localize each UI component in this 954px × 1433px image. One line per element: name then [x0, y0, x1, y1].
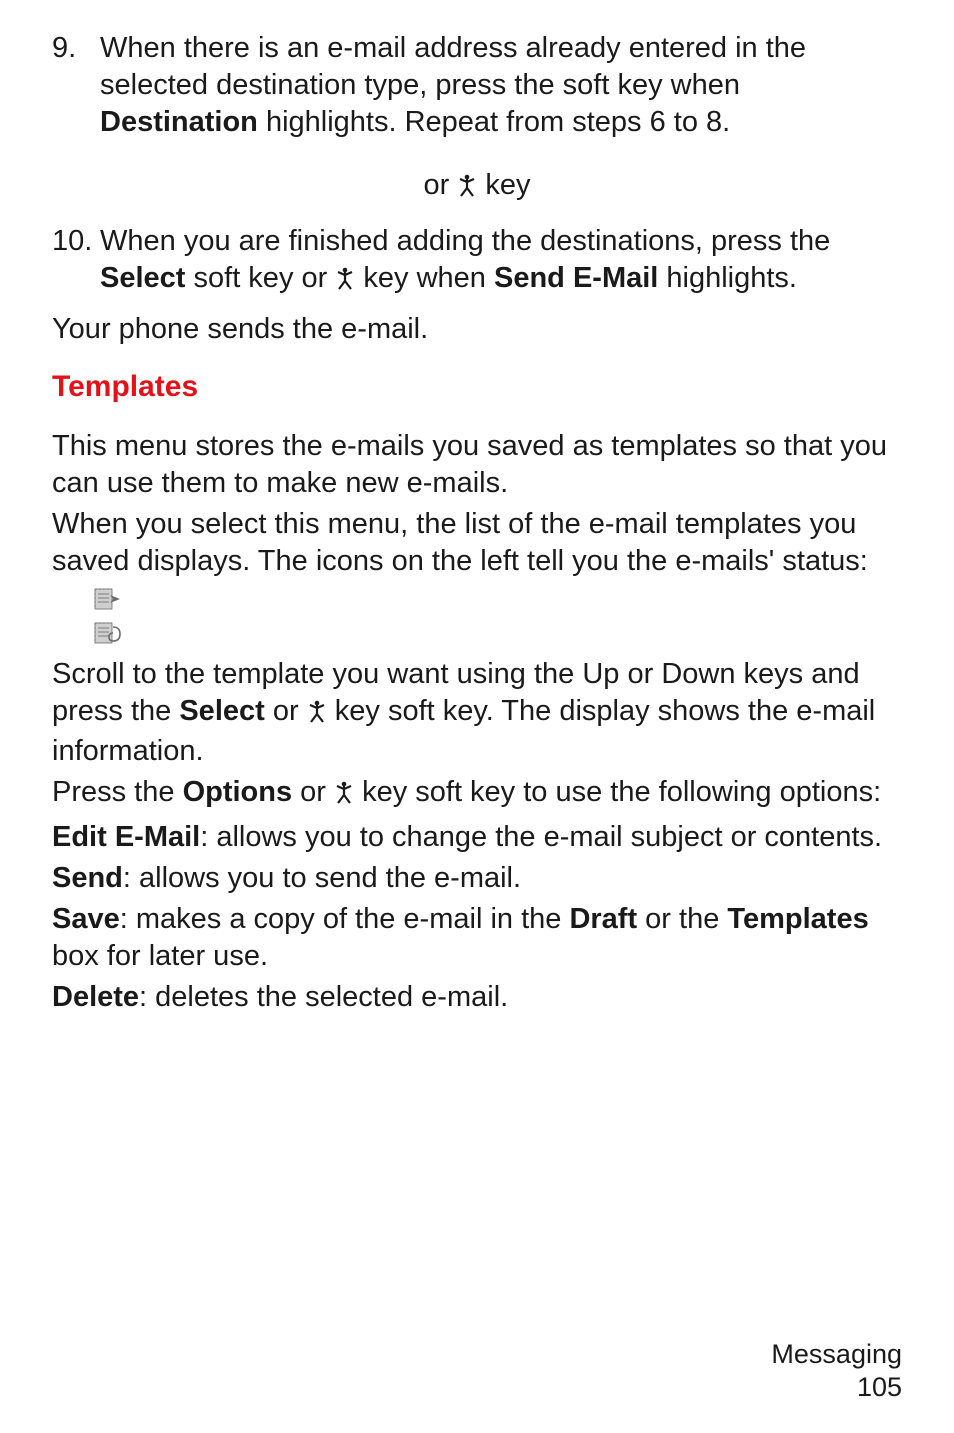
option-save: Save: makes a copy of the e-mail in the …: [52, 901, 902, 975]
bold-edit-email: Edit E-Mail: [52, 821, 200, 853]
paragraph-scroll: Scroll to the template you want using th…: [52, 656, 902, 770]
text: or the: [637, 903, 727, 935]
text: highlights.: [658, 262, 797, 294]
list-number: 9.: [52, 30, 100, 141]
page-footer: Messaging 105: [771, 1338, 902, 1406]
text: key soft key to use the following option…: [354, 776, 881, 808]
center-or-key: or key: [52, 169, 902, 205]
text: highlights. Repeat from steps 6 to 8.: [258, 106, 730, 138]
text: When you are finished adding the destina…: [100, 225, 830, 257]
list-item-9: 9. When there is an e-mail address alrea…: [52, 30, 902, 141]
text: Press the: [52, 776, 183, 808]
list-number: 10.: [52, 223, 100, 300]
bold-delete: Delete: [52, 981, 139, 1013]
text: soft key or: [185, 262, 335, 294]
bold-save: Save: [52, 903, 120, 935]
text: box for later use.: [52, 940, 268, 972]
text: or: [423, 169, 457, 201]
status-icons: [92, 584, 902, 652]
document-attachment-icon: [92, 619, 122, 652]
bold-draft: Draft: [569, 903, 637, 935]
paragraph-phone-sends: Your phone sends the e-mail.: [52, 311, 902, 348]
paragraph-templates-intro-b: When you select this menu, the list of t…: [52, 506, 902, 580]
text: key: [477, 169, 530, 201]
bold-templates: Templates: [727, 903, 868, 935]
bold-send-email: Send E-Mail: [494, 262, 658, 294]
list-body: When you are finished adding the destina…: [100, 223, 902, 300]
text: : makes a copy of the e-mail in the: [120, 903, 570, 935]
center-key-icon: [307, 696, 327, 733]
text: key when: [355, 262, 494, 294]
bold-select: Select: [179, 695, 264, 727]
text: : deletes the selected e-mail.: [139, 981, 508, 1013]
paragraph-templates-intro-a: This menu stores the e-mails you saved a…: [52, 428, 902, 502]
footer-section: Messaging: [771, 1338, 902, 1372]
list-item-10: 10. When you are finished adding the des…: [52, 223, 902, 300]
footer-page-number: 105: [771, 1371, 902, 1405]
paragraph-press: Press the Options or key soft key to use…: [52, 774, 902, 814]
document-send-icon: [92, 585, 122, 618]
option-delete: Delete: deletes the selected e-mail.: [52, 979, 902, 1016]
option-edit-email: Edit E-Mail: allows you to change the e-…: [52, 819, 902, 856]
list-body: When there is an e-mail address already …: [100, 30, 902, 141]
center-key-icon: [457, 172, 477, 205]
text: : allows you to change the e-mail subjec…: [200, 821, 882, 853]
center-key-icon: [334, 777, 354, 814]
text: or: [292, 776, 334, 808]
bold-options: Options: [183, 776, 293, 808]
option-send: Send: allows you to send the e-mail.: [52, 860, 902, 897]
text: soft key when: [563, 69, 740, 101]
text: or: [265, 695, 307, 727]
bold-select: Select: [100, 262, 185, 294]
bold-send: Send: [52, 862, 123, 894]
center-key-icon: [335, 263, 355, 300]
bold-destination: Destination: [100, 106, 258, 138]
text: : allows you to send the e-mail.: [123, 862, 521, 894]
heading-templates: Templates: [52, 370, 902, 404]
